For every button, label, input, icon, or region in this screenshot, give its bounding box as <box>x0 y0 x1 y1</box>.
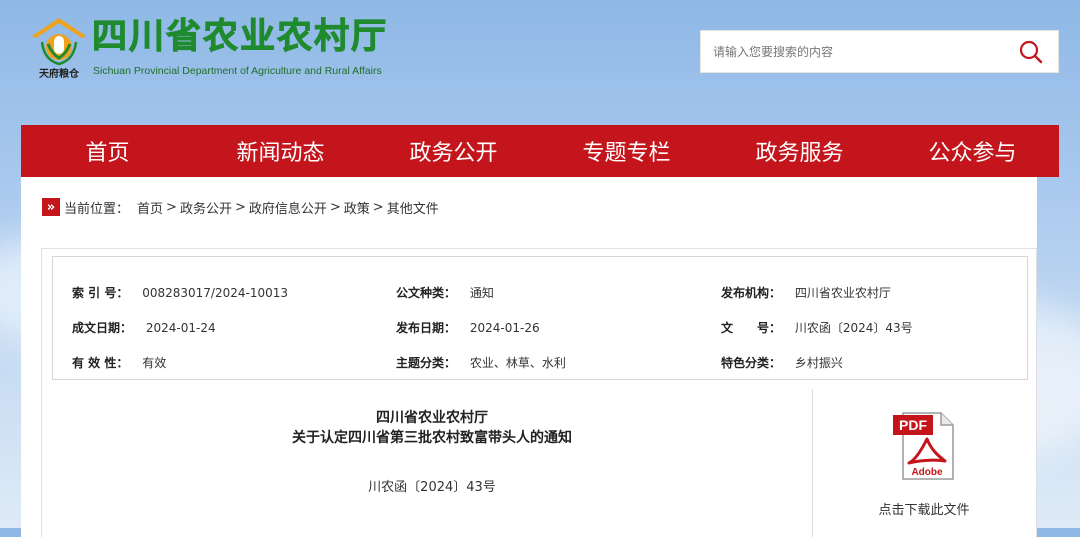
document-number: 川农函〔2024〕43号 <box>368 480 496 495</box>
meta-docno-label: 文 号： <box>721 321 782 335</box>
meta-type-label: 公文种类： <box>396 286 457 300</box>
meta-validity-value: 有效 <box>142 356 167 370</box>
nav-item-gov-services[interactable]: 政务服务 <box>713 125 886 177</box>
breadcrumb-other-docs[interactable]: 其他文件 <box>387 198 439 217</box>
double-chevron-icon: » <box>42 198 60 216</box>
search-icon[interactable] <box>1018 39 1044 65</box>
document-org: 四川省农业农村厅 <box>376 410 488 426</box>
main-nav: 首页 新闻动态 政务公开 专题专栏 政务服务 公众参与 <box>21 125 1059 177</box>
breadcrumb-separator: > <box>372 199 384 215</box>
meta-published-label: 发布日期： <box>396 321 457 335</box>
meta-published-value: 2024-01-26 <box>469 321 540 335</box>
breadcrumb-gov-info[interactable]: 政府信息公开 <box>249 198 327 217</box>
document-metadata: 索 引 号： 008283017/2024-10013 公文种类： 通知 发布机… <box>52 256 1028 380</box>
sidebar-divider <box>812 389 813 537</box>
meta-issuer-label: 发布机构： <box>721 286 782 300</box>
nav-item-home[interactable]: 首页 <box>21 125 194 177</box>
meta-validity: 有 效 性： 有效 <box>72 354 166 371</box>
document-title: 关于认定四川省第三批农村致富带头人的通知 <box>292 430 572 446</box>
meta-type-value: 通知 <box>469 286 494 300</box>
meta-written-label: 成文日期： <box>72 321 133 335</box>
nav-item-public-participation[interactable]: 公众参与 <box>886 125 1059 177</box>
meta-written-value: 2024-01-24 <box>145 321 216 335</box>
meta-topic-value: 农业、林草、水利 <box>469 356 566 370</box>
main-content: » 当前位置： 首页 > 政务公开 > 政府信息公开 > 政策 > 其他文件 索… <box>21 177 1037 537</box>
search-bar <box>700 30 1059 73</box>
nav-item-gov-affairs[interactable]: 政务公开 <box>367 125 540 177</box>
breadcrumb-home[interactable]: 首页 <box>137 198 163 217</box>
download-link[interactable]: 点击下载此文件 <box>841 499 1007 518</box>
pdf-file-icon[interactable]: PDF Adobe <box>889 409 961 481</box>
breadcrumb-prefix: 当前位置： <box>64 201 130 217</box>
meta-written-date: 成文日期： 2024-01-24 <box>72 319 216 336</box>
meta-docno-value: 川农函〔2024〕43号 <box>794 321 913 335</box>
meta-published-date: 发布日期： 2024-01-26 <box>396 319 540 336</box>
breadcrumb-policy[interactable]: 政策 <box>344 198 370 217</box>
nav-item-special-topics[interactable]: 专题专栏 <box>540 125 713 177</box>
meta-issuer: 发布机构： 四川省农业农村厅 <box>721 284 891 301</box>
meta-index: 索 引 号： 008283017/2024-10013 <box>72 284 288 301</box>
site-title[interactable]: 四川省农业农村厅 <box>91 19 388 55</box>
breadcrumb-separator: > <box>329 199 341 215</box>
adobe-label: Adobe <box>911 467 943 478</box>
site-title-english: Sichuan Provincial Department of Agricul… <box>93 65 382 77</box>
meta-doc-number: 文 号： 川农函〔2024〕43号 <box>721 319 913 336</box>
nav-item-news[interactable]: 新闻动态 <box>194 125 367 177</box>
document-body: 四川省农业农村厅 关于认定四川省第三批农村致富带头人的通知 川农函〔2024〕4… <box>52 387 812 537</box>
pdf-label: PDF <box>899 417 927 433</box>
logo-caption: 天府粮仓 <box>39 67 80 80</box>
meta-issuer-value: 四川省农业农村厅 <box>794 286 891 300</box>
breadcrumb-separator: > <box>234 199 246 215</box>
meta-feature-value: 乡村振兴 <box>794 356 843 370</box>
breadcrumb-separator: > <box>166 199 177 215</box>
meta-index-value: 008283017/2024-10013 <box>142 286 288 300</box>
site-logo[interactable]: 天府粮仓 <box>28 14 90 84</box>
breadcrumb-gov-affairs[interactable]: 政务公开 <box>180 198 232 217</box>
meta-validity-label: 有 效 性： <box>72 356 129 370</box>
meta-topic-label: 主题分类： <box>396 356 457 370</box>
search-input[interactable] <box>701 31 1001 72</box>
meta-type: 公文种类： 通知 <box>396 284 494 301</box>
meta-feature-label: 特色分类： <box>721 356 782 370</box>
breadcrumb: » 当前位置： 首页 > 政务公开 > 政府信息公开 > 政策 > 其他文件 <box>42 198 439 217</box>
meta-topic: 主题分类： 农业、林草、水利 <box>396 354 566 371</box>
meta-index-label: 索 引 号： <box>72 286 129 300</box>
meta-feature: 特色分类： 乡村振兴 <box>721 354 843 371</box>
